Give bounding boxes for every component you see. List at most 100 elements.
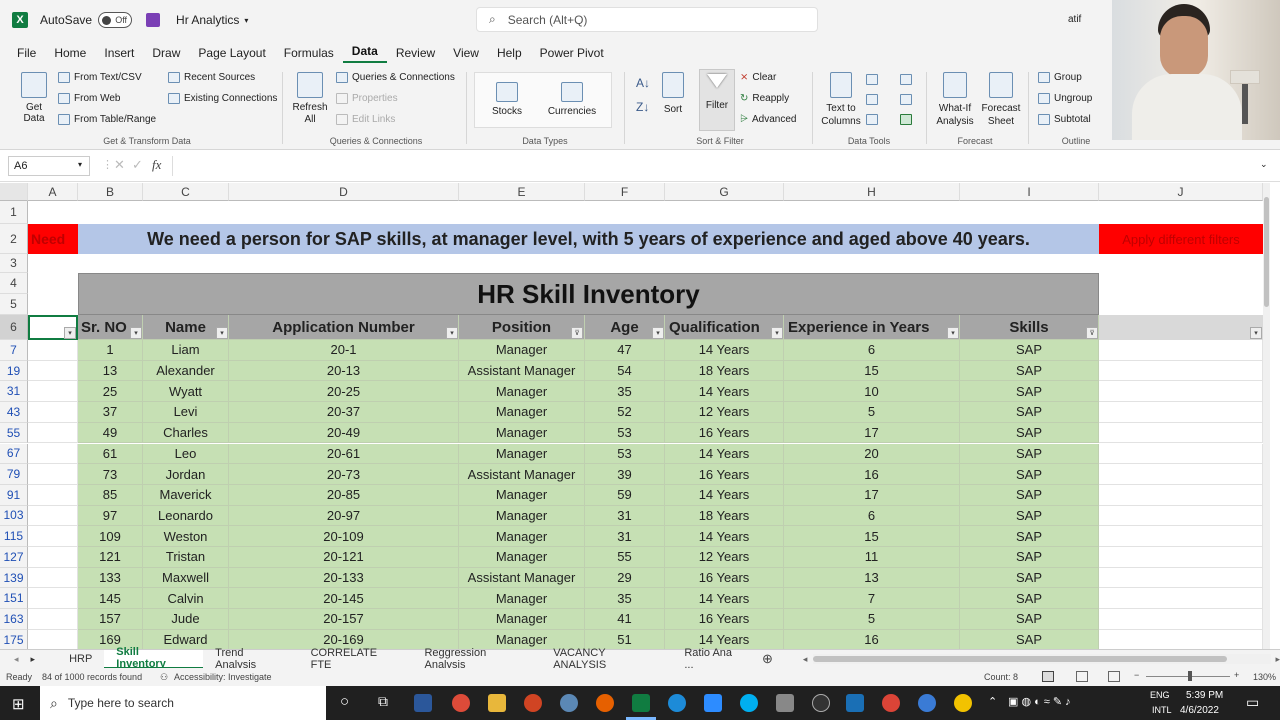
cell-name[interactable]: Maverick: [143, 484, 229, 506]
filter-dropdown-icon[interactable]: ▾: [1250, 327, 1262, 339]
data-validation-icon[interactable]: [866, 114, 878, 125]
cell-empty[interactable]: [28, 629, 78, 649]
cell-position[interactable]: Assistant Manager: [459, 464, 585, 485]
cell-position[interactable]: Manager: [459, 340, 585, 361]
file-explorer-icon[interactable]: [488, 694, 506, 712]
cell-application-number[interactable]: 20-97: [229, 505, 459, 527]
cell-experience[interactable]: 15: [784, 526, 960, 547]
cell-experience[interactable]: 5: [784, 609, 960, 630]
cell-sr-no[interactable]: 25: [78, 381, 143, 403]
data-model-icon[interactable]: [900, 114, 912, 125]
cell-qualification[interactable]: 18 Years: [665, 360, 784, 382]
cell-experience[interactable]: 17: [784, 484, 960, 506]
row-header[interactable]: 67: [0, 443, 28, 465]
cell-sr-no[interactable]: 37: [78, 402, 143, 423]
cell-empty[interactable]: [28, 505, 78, 527]
cell-position[interactable]: Manager: [459, 381, 585, 403]
cell-empty[interactable]: [28, 422, 78, 444]
remove-duplicates-icon[interactable]: [866, 94, 878, 105]
cell-sr-no[interactable]: 85: [78, 484, 143, 506]
cell-age[interactable]: 55: [585, 547, 665, 568]
cell-empty[interactable]: [1099, 464, 1263, 485]
tab-home[interactable]: Home: [45, 46, 95, 60]
properties-button[interactable]: Properties: [336, 93, 398, 104]
page-break-view-icon[interactable]: [1108, 671, 1120, 682]
forecast-sheet-button[interactable]: Forecast Sheet: [980, 72, 1022, 128]
cell-experience[interactable]: 11: [784, 547, 960, 568]
windows-start-icon[interactable]: ⊞: [12, 695, 25, 713]
cell-qualification[interactable]: 16 Years: [665, 567, 784, 589]
cell-qualification[interactable]: 14 Years: [665, 443, 784, 465]
from-web-button[interactable]: From Web: [58, 93, 121, 104]
cell-age[interactable]: 59: [585, 484, 665, 506]
cell-sr-no[interactable]: 133: [78, 567, 143, 589]
cell-name[interactable]: Wyatt: [143, 381, 229, 403]
chrome-icon[interactable]: [452, 694, 470, 712]
cell-name[interactable]: Weston: [143, 526, 229, 547]
cell-skills[interactable]: SAP: [960, 629, 1099, 649]
row-header[interactable]: 139: [0, 567, 28, 589]
sheet-tab-correlate-fte[interactable]: CORRELATE FTE: [299, 647, 413, 671]
formula-input[interactable]: [172, 156, 1258, 176]
cell-experience[interactable]: 7: [784, 588, 960, 610]
cell-position[interactable]: Manager: [459, 402, 585, 423]
horizontal-scrollbar-left-icon[interactable]: ◂: [803, 654, 808, 665]
filter-dropdown-icon[interactable]: ▾: [130, 327, 142, 339]
advanced-filter-button[interactable]: ⩥ Advanced: [740, 114, 796, 125]
column-header-e[interactable]: E: [459, 183, 585, 201]
cell-application-number[interactable]: 20-121: [229, 547, 459, 568]
cell-empty[interactable]: [1099, 547, 1263, 568]
cell-position[interactable]: Manager: [459, 547, 585, 568]
cell-qualification[interactable]: 16 Years: [665, 464, 784, 485]
cell-application-number[interactable]: 20-133: [229, 567, 459, 589]
cell-empty[interactable]: [28, 402, 78, 423]
cell-empty[interactable]: [1099, 567, 1263, 589]
user-name[interactable]: atif: [1068, 14, 1081, 25]
cell-skills[interactable]: SAP: [960, 443, 1099, 465]
row-header[interactable]: 43: [0, 402, 28, 423]
column-header-h[interactable]: H: [784, 183, 960, 201]
cell-qualification[interactable]: 12 Years: [665, 402, 784, 423]
cell-position[interactable]: Assistant Manager: [459, 567, 585, 589]
column-header-i[interactable]: I: [960, 183, 1099, 201]
page-layout-view-icon[interactable]: [1076, 671, 1088, 682]
cell-position[interactable]: Manager: [459, 588, 585, 610]
row-header[interactable]: 31: [0, 381, 28, 403]
tab-draw[interactable]: Draw: [143, 46, 189, 60]
cell-empty[interactable]: [1099, 360, 1263, 382]
cell-position[interactable]: Manager: [459, 609, 585, 630]
cell-name[interactable]: Tristan: [143, 547, 229, 568]
worksheet-grid[interactable]: A B C D E F G H I J 1 2 3 4 5 6 Need We …: [0, 183, 1270, 649]
cell-skills[interactable]: SAP: [960, 547, 1099, 568]
language-region[interactable]: INTL: [1152, 705, 1172, 715]
cell-qualification[interactable]: 14 Years: [665, 381, 784, 403]
cell-application-number[interactable]: 20-13: [229, 360, 459, 382]
cell-age[interactable]: 41: [585, 609, 665, 630]
task-view-icon[interactable]: ⧉: [378, 693, 388, 710]
obs-icon[interactable]: [812, 694, 830, 712]
filter-dropdown-icon[interactable]: ▾: [947, 327, 959, 339]
cell-application-number[interactable]: 20-61: [229, 443, 459, 465]
cell-empty[interactable]: [1099, 422, 1263, 444]
scrollbar-thumb[interactable]: [1264, 197, 1269, 307]
cell-qualification[interactable]: 14 Years: [665, 484, 784, 506]
cell-skills[interactable]: SAP: [960, 505, 1099, 527]
cell-application-number[interactable]: 20-73: [229, 464, 459, 485]
cell-empty[interactable]: [28, 443, 78, 465]
cell-experience[interactable]: 6: [784, 505, 960, 527]
tray-chevron-icon[interactable]: ⌃: [988, 695, 997, 708]
filter-dropdown-icon[interactable]: ▾: [652, 327, 664, 339]
cell-empty[interactable]: [1099, 629, 1263, 649]
existing-connections-button[interactable]: Existing Connections: [168, 93, 277, 104]
cell-sr-no[interactable]: 73: [78, 464, 143, 485]
clock-date[interactable]: 4/6/2022: [1180, 705, 1219, 716]
edge-icon[interactable]: [668, 694, 686, 712]
cell-sr-no[interactable]: 109: [78, 526, 143, 547]
cell-experience[interactable]: 6: [784, 340, 960, 361]
vertical-scrollbar[interactable]: [1263, 183, 1270, 649]
cell-sr-no[interactable]: 157: [78, 609, 143, 630]
cell-empty[interactable]: [1099, 340, 1263, 361]
sheet-tab-hrp[interactable]: HRP: [57, 650, 104, 669]
sheet-tab-ratio-analysis[interactable]: Ratio Ana ...: [672, 647, 756, 671]
cell-position[interactable]: Manager: [459, 526, 585, 547]
